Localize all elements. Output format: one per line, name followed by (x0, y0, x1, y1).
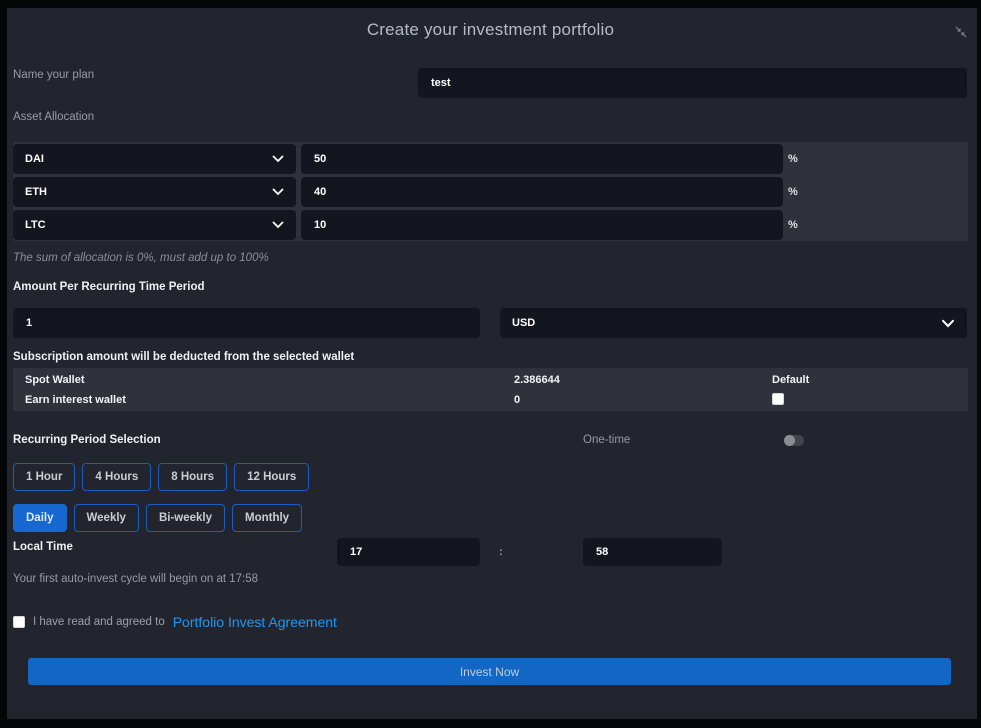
period-button-daily[interactable]: Daily (13, 504, 67, 532)
agreement-checkbox[interactable] (13, 616, 25, 628)
period-options-row: Daily Weekly Bi-weekly Monthly (13, 504, 302, 532)
amount-input[interactable] (13, 308, 480, 338)
local-time-label: Local Time (13, 541, 73, 553)
agreement-text: I have read and agreed to (33, 616, 165, 628)
percent-symbol: % (788, 219, 798, 231)
wallet-row-name[interactable]: Spot Wallet (25, 374, 84, 386)
asset-select-dai[interactable]: DAI (13, 144, 296, 174)
invest-portfolio-dialog: Create your investment portfolio Name yo… (0, 0, 981, 728)
recurring-period-label: Recurring Period Selection (13, 434, 161, 446)
one-time-toggle[interactable] (784, 435, 804, 446)
local-time-minute-input[interactable] (583, 538, 722, 566)
asset-select-eth-value: ETH (25, 186, 47, 198)
period-button-4-hours[interactable]: 4 Hours (82, 463, 151, 491)
plan-name-input[interactable] (418, 68, 967, 98)
percent-symbol: % (788, 153, 798, 165)
wallet-default-column-label: Default (772, 374, 809, 386)
wallet-section-label: Subscription amount will be deducted fro… (13, 351, 354, 363)
toggle-knob (784, 435, 795, 446)
agreement-link[interactable]: Portfolio Invest Agreement (173, 614, 337, 630)
asset-select-dai-value: DAI (25, 153, 44, 165)
period-button-1-hour[interactable]: 1 Hour (13, 463, 75, 491)
wallet-row-balance: 2.386644 (514, 374, 560, 386)
wallet-table: Spot Wallet 2.386644 Default Earn intere… (13, 368, 968, 411)
period-button-biweekly[interactable]: Bi-weekly (146, 504, 225, 532)
asset-allocation-label: Asset Allocation (13, 111, 94, 123)
first-cycle-hint: Your first auto-invest cycle will begin … (13, 573, 258, 585)
amount-label: Amount Per Recurring Time Period (13, 281, 205, 293)
close-icon (955, 26, 967, 38)
chevron-down-icon (272, 221, 284, 229)
wallet-default-checkbox[interactable] (772, 393, 784, 405)
chevron-down-icon (272, 155, 284, 163)
allocation-percent-input-dai[interactable] (301, 144, 783, 174)
time-separator: : (499, 546, 503, 558)
chevron-down-icon (941, 319, 955, 328)
one-time-label: One-time (583, 434, 630, 446)
asset-select-eth[interactable]: ETH (13, 177, 296, 207)
allocation-sum-warning: The sum of allocation is 0%, must add up… (13, 252, 269, 264)
period-button-12-hours[interactable]: 12 Hours (234, 463, 309, 491)
asset-select-ltc[interactable]: LTC (13, 210, 296, 240)
local-time-hour-input[interactable] (337, 538, 480, 566)
wallet-row-name[interactable]: Earn interest wallet (25, 394, 126, 406)
currency-select[interactable]: USD (500, 308, 967, 338)
period-button-monthly[interactable]: Monthly (232, 504, 302, 532)
page-title: Create your investment portfolio (0, 20, 981, 40)
percent-symbol: % (788, 186, 798, 198)
allocation-percent-input-ltc[interactable] (301, 210, 783, 240)
chevron-down-icon (272, 188, 284, 196)
period-button-8-hours[interactable]: 8 Hours (158, 463, 227, 491)
asset-select-ltc-value: LTC (25, 219, 46, 231)
allocation-percent-input-eth[interactable] (301, 177, 783, 207)
hour-options-row: 1 Hour 4 Hours 8 Hours 12 Hours (13, 463, 309, 491)
wallet-row-balance: 0 (514, 394, 520, 406)
invest-now-button[interactable]: Invest Now (28, 658, 951, 685)
currency-select-value: USD (512, 317, 535, 329)
period-button-weekly[interactable]: Weekly (74, 504, 139, 532)
close-button[interactable] (954, 25, 968, 39)
agreement-row: I have read and agreed to Portfolio Inve… (13, 610, 337, 634)
plan-name-label: Name your plan (13, 69, 94, 81)
